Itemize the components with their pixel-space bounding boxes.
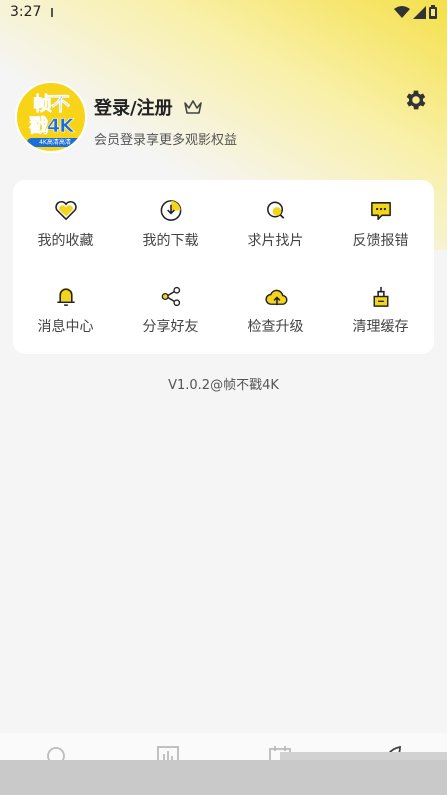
menu-card: 我的收藏 我的下载 求片找片 反馈报错 消息中心 分享好友 检查升级 清理缓存 xyxy=(13,180,434,354)
bell-icon xyxy=(56,287,75,306)
login-register-link[interactable]: 登录/注册 xyxy=(94,94,203,120)
feedback-icon xyxy=(370,202,391,220)
menu-item-label: 反馈报错 xyxy=(352,233,409,249)
heart-icon xyxy=(54,200,77,221)
broom-icon xyxy=(373,286,388,307)
menu-item-favorites[interactable]: 我的收藏 xyxy=(13,180,118,250)
menu-item-label: 检查升级 xyxy=(247,319,304,335)
menu-item-label: 我的收藏 xyxy=(37,233,94,249)
cloud-upload-icon xyxy=(264,289,288,306)
menu-item-label: 消息中心 xyxy=(37,319,94,335)
menu-item-downloads[interactable]: 我的下载 xyxy=(118,180,223,250)
battery-icon xyxy=(429,5,437,19)
status-time: 3:27 xyxy=(10,4,42,20)
settings-gear-icon[interactable] xyxy=(403,87,429,113)
bottom-overlay xyxy=(0,760,447,795)
menu-item-request[interactable]: 求片找片 xyxy=(223,180,328,250)
menu-item-label: 清理缓存 xyxy=(352,319,409,335)
avatar-logo-tag: 4K高清高清 xyxy=(27,138,83,147)
search-icon xyxy=(266,201,284,219)
menu-item-label: 求片找片 xyxy=(247,233,304,249)
status-bar: 3:27 xyxy=(0,0,447,24)
menu-item-share[interactable]: 分享好友 xyxy=(118,266,223,336)
menu-item-feedback[interactable]: 反馈报错 xyxy=(328,180,433,250)
menu-item-clear-cache[interactable]: 清理缓存 xyxy=(328,266,433,336)
notification-dot-icon xyxy=(51,7,54,17)
download-icon xyxy=(160,200,181,221)
avatar[interactable]: 帧不 戳4K 4K高清高清 xyxy=(15,81,87,153)
version-text: V1.0.2@帧不戳4K xyxy=(168,378,279,393)
menu-item-label: 分享好友 xyxy=(142,319,199,335)
avatar-logo: 帧不 戳4K 4K高清高清 xyxy=(21,87,83,147)
signal-icon xyxy=(413,5,426,19)
wifi-icon xyxy=(394,6,410,18)
avatar-logo-line2: 戳4K xyxy=(29,115,75,138)
share-icon xyxy=(161,286,180,307)
login-subtitle: 会员登录享更多观影权益 xyxy=(94,133,238,148)
menu-item-update[interactable]: 检查升级 xyxy=(223,266,328,336)
login-title-text: 登录/注册 xyxy=(94,98,173,119)
menu-item-messages[interactable]: 消息中心 xyxy=(13,266,118,336)
menu-item-label: 我的下载 xyxy=(142,233,199,249)
crown-icon xyxy=(183,100,202,114)
profile-section: 帧不 戳4K 4K高清高清 登录/注册 会员登录享更多观影权益 xyxy=(15,81,435,159)
